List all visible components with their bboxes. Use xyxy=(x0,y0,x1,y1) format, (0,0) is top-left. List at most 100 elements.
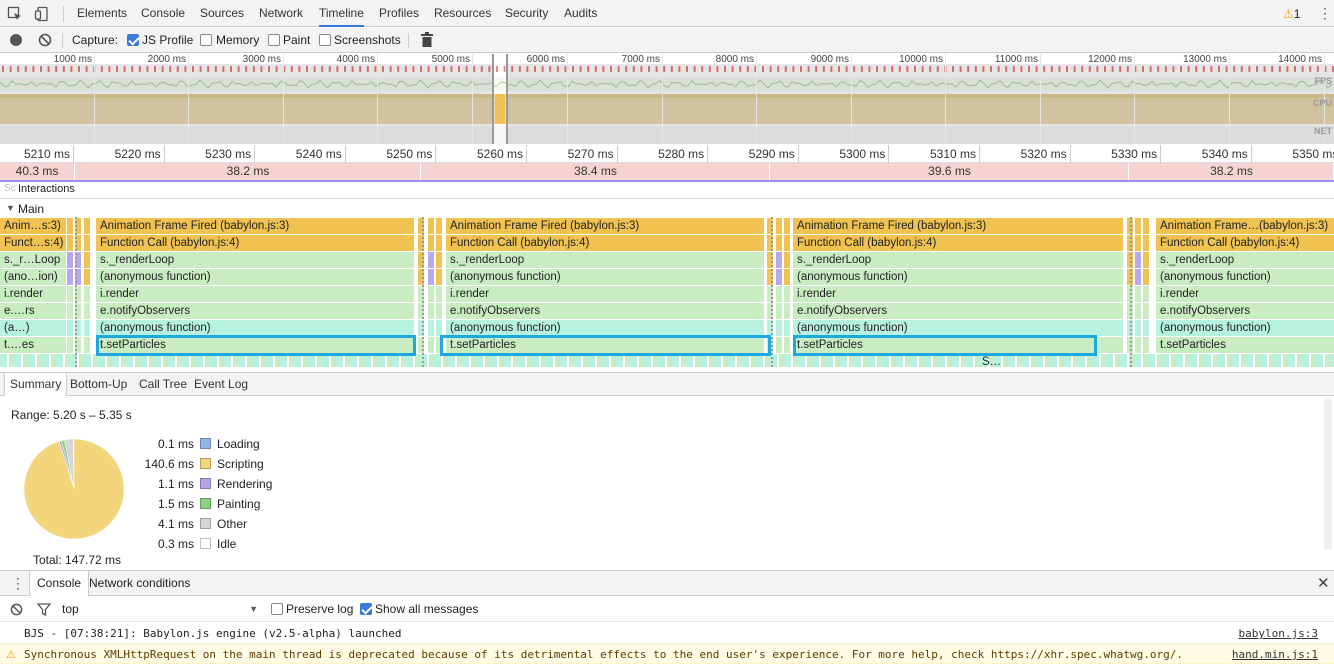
inspect-element-icon[interactable] xyxy=(6,5,24,23)
flame-event[interactable]: i.render xyxy=(0,286,66,302)
flame-event[interactable]: Animation Frame Fired (babylon.js:3) xyxy=(446,218,764,234)
flame-event[interactable]: Anim…s:3) xyxy=(0,218,66,234)
flame-event[interactable]: (anonymous function) xyxy=(446,269,764,285)
filter-icon[interactable] xyxy=(36,603,52,617)
tab-profiles[interactable]: Profiles xyxy=(379,0,419,27)
frame-duration[interactable]: 38.2 ms xyxy=(1130,163,1334,180)
tab-audits[interactable]: Audits xyxy=(564,0,597,27)
context-select[interactable]: top ▼ xyxy=(57,600,262,619)
flame-event[interactable]: e.notifyObservers xyxy=(96,303,414,319)
drawer-menu-icon[interactable]: ⋮ xyxy=(11,575,25,592)
tab-elements[interactable]: Elements xyxy=(77,0,127,27)
flame-event[interactable]: t.setParticles xyxy=(1156,337,1334,353)
device-mode-icon[interactable] xyxy=(33,5,51,23)
clear-console-icon[interactable] xyxy=(10,603,23,616)
flame-event-sliver xyxy=(67,235,73,251)
clear-icon[interactable] xyxy=(38,33,52,47)
flame-event[interactable]: s._r…Loop xyxy=(0,252,66,268)
frames-track[interactable]: 40.3 ms 38.2 ms 38.4 ms 39.6 ms 38.2 ms xyxy=(0,163,1334,180)
flame-event[interactable]: (anonymous function) xyxy=(96,320,414,336)
collapse-triangle-icon[interactable]: ▼ xyxy=(6,203,15,213)
flame-event[interactable]: (anonymous function) xyxy=(96,269,414,285)
tab-timeline[interactable]: Timeline xyxy=(319,0,364,27)
close-drawer-icon[interactable]: ✕ xyxy=(1317,574,1330,592)
flame-event[interactable]: i.render xyxy=(96,286,414,302)
flame-event[interactable]: Function Call (babylon.js:4) xyxy=(1156,235,1334,251)
details-tab-event-log[interactable]: Event Log xyxy=(194,373,248,396)
flame-event[interactable]: Function Call (babylon.js:4) xyxy=(96,235,414,251)
console-message-source-link[interactable]: babylon.js:3 xyxy=(1239,624,1318,644)
flame-event-sliver xyxy=(428,286,434,302)
tab-network[interactable]: Network xyxy=(259,0,303,27)
flame-event[interactable]: i.render xyxy=(446,286,764,302)
flame-event-sliver xyxy=(84,218,90,234)
flame-event[interactable]: (anonymous function) xyxy=(1156,320,1334,336)
screenshots-checkbox[interactable] xyxy=(319,34,331,46)
flame-event[interactable]: e.notifyObservers xyxy=(1156,303,1334,319)
memory-checkbox[interactable] xyxy=(200,34,212,46)
flame-event[interactable]: Funct…s:4) xyxy=(0,235,66,251)
tab-console[interactable]: Console xyxy=(141,0,185,27)
frame-boundary xyxy=(75,217,77,367)
record-icon[interactable] xyxy=(10,34,22,46)
flame-event[interactable]: i.render xyxy=(793,286,1123,302)
flame-event[interactable]: Function Call (babylon.js:4) xyxy=(793,235,1123,251)
tab-sources[interactable]: Sources xyxy=(200,0,244,27)
flame-event[interactable]: e.notifyObservers xyxy=(446,303,764,319)
tab-resources[interactable]: Resources xyxy=(434,0,491,27)
flame-event[interactable]: (anonymous function) xyxy=(1156,269,1334,285)
flame-event[interactable]: s._renderLoop xyxy=(793,252,1123,268)
summary-scrollbar[interactable] xyxy=(1324,399,1332,549)
console-message-source-link[interactable]: hand.min.js:1 xyxy=(1232,645,1318,665)
paint-checkbox[interactable] xyxy=(268,34,280,46)
details-tab-bottom-up[interactable]: Bottom-Up xyxy=(70,373,127,396)
flame-event[interactable]: Function Call (babylon.js:4) xyxy=(446,235,764,251)
drawer-tab-network-conditions[interactable]: Network conditions xyxy=(89,571,190,596)
details-tab-summary[interactable]: Summary xyxy=(4,373,68,396)
drawer-tab-console[interactable]: Console xyxy=(29,571,90,596)
flame-event[interactable]: Animation Frame…(babylon.js:3) xyxy=(1156,218,1334,234)
details-tab-call-tree[interactable]: Call Tree xyxy=(139,373,187,396)
interactions-track[interactable]: Sc Interactions xyxy=(0,180,1334,199)
frame-duration[interactable]: 40.3 ms xyxy=(0,163,75,180)
frame-duration[interactable]: 39.6 ms xyxy=(771,163,1129,180)
flame-event[interactable]: Animation Frame Fired (babylon.js:3) xyxy=(96,218,414,234)
ruler-gridline xyxy=(526,145,527,163)
console-message-text: Synchronous XMLHttpRequest on the main t… xyxy=(24,648,1183,661)
flame-event-sliver xyxy=(67,320,73,336)
flame-event[interactable]: (anonymous function) xyxy=(793,320,1123,336)
flame-event[interactable]: Animation Frame Fired (babylon.js:3) xyxy=(793,218,1123,234)
warning-counter[interactable]: ⚠1 xyxy=(1283,6,1300,22)
main-thread-header[interactable]: ▼ Main xyxy=(0,200,1334,217)
flame-chart[interactable]: Anim…s:3) Funct…s:4) s._r…Loop (ano…ion) i.r… xyxy=(0,217,1334,367)
timeline-overview[interactable]: 1000 ms 2000 ms 3000 ms 4000 ms 5000 ms 6000 … xyxy=(0,54,1334,144)
flame-event[interactable]: t.…es xyxy=(0,337,66,353)
ruler-tick-label: 5320 ms xyxy=(1020,147,1067,161)
chevron-down-icon: ▼ xyxy=(249,604,258,614)
flame-event[interactable]: s._renderLoop xyxy=(446,252,764,268)
flame-event[interactable]: e.notifyObservers xyxy=(793,303,1123,319)
flame-event[interactable]: (anonymous function) xyxy=(793,269,1123,285)
show-all-messages-checkbox[interactable] xyxy=(360,603,372,615)
flame-event[interactable]: s._renderLoop xyxy=(96,252,414,268)
flame-event-sliver xyxy=(1135,235,1141,251)
flame-event[interactable]: (anonymous function) xyxy=(446,320,764,336)
flame-event-sliver xyxy=(784,320,790,336)
flame-event[interactable]: s._renderLoop xyxy=(1156,252,1334,268)
js-profile-checkbox[interactable] xyxy=(127,34,139,46)
flame-event[interactable]: i.render xyxy=(1156,286,1334,302)
flame-event-sliver xyxy=(1135,269,1141,285)
more-menu-icon[interactable]: ⋮ xyxy=(1318,5,1332,21)
flame-event[interactable]: e.…rs xyxy=(0,303,66,319)
tab-security[interactable]: Security xyxy=(505,0,548,27)
trash-icon[interactable] xyxy=(421,32,433,47)
frame-duration[interactable]: 38.4 ms xyxy=(422,163,770,180)
flame-event-sliver xyxy=(1143,252,1149,268)
preserve-log-checkbox[interactable] xyxy=(271,603,283,615)
flame-event[interactable]: (a…) xyxy=(0,320,66,336)
frame-duration[interactable]: 38.2 ms xyxy=(76,163,421,180)
legend-swatch xyxy=(200,498,211,509)
warning-count: 1 xyxy=(1293,7,1301,21)
flame-event[interactable]: (ano…ion) xyxy=(0,269,66,285)
drawer-tab-bar: ⋮ Console Network conditions ✕ xyxy=(0,570,1334,596)
